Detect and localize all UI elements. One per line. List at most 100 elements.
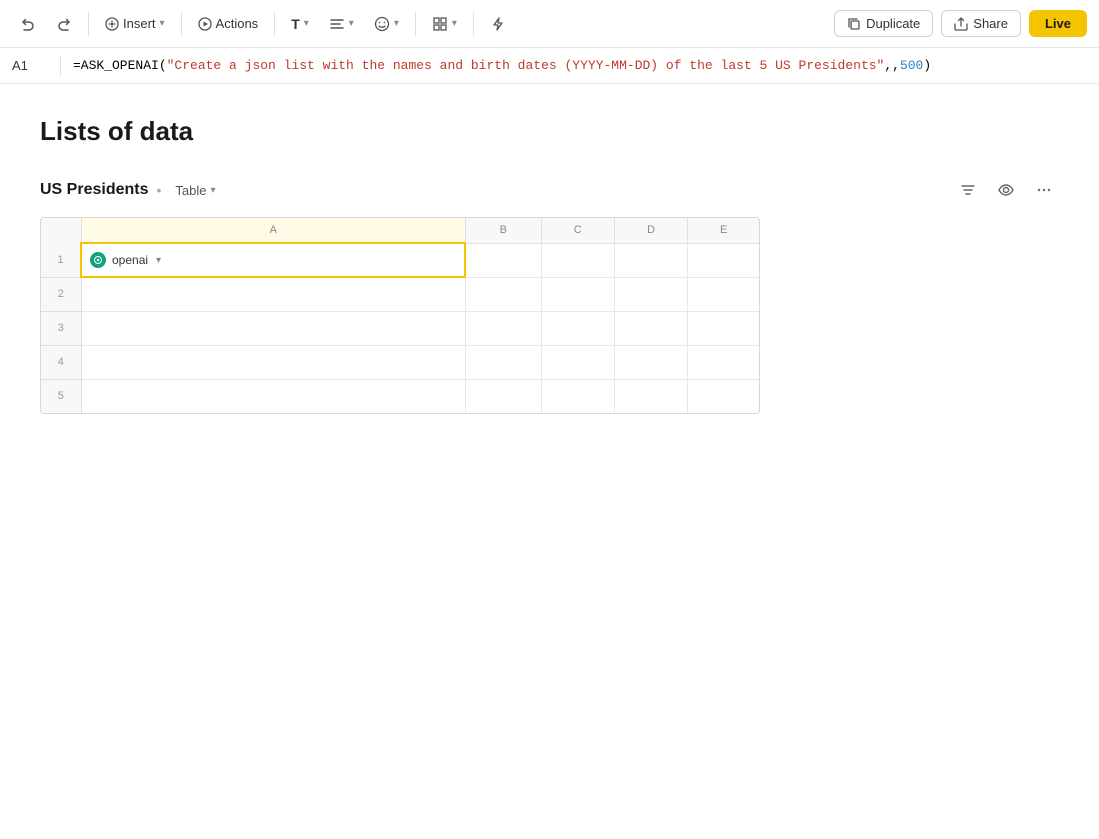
cell-a4[interactable] <box>81 345 465 379</box>
col-header-d[interactable]: D <box>614 218 687 243</box>
insert-chevron-icon: ▾ <box>160 18 165 29</box>
cell-b5[interactable] <box>465 379 541 413</box>
cell-e4[interactable] <box>688 345 759 379</box>
cell-d5[interactable] <box>614 379 687 413</box>
flash-button[interactable] <box>482 11 514 37</box>
actions-label: Actions <box>216 16 259 31</box>
divider-3 <box>274 12 275 36</box>
share-button[interactable]: Share <box>941 10 1021 37</box>
cell-d2[interactable] <box>614 277 687 311</box>
text-format-button[interactable]: T ▾ <box>283 11 317 37</box>
cell-a1[interactable]: openai ▾ <box>81 243 465 277</box>
more-button[interactable] <box>1029 175 1059 205</box>
page-title: Lists of data <box>40 116 1059 147</box>
duplicate-icon <box>847 17 861 31</box>
row-num-5: 5 <box>41 379 81 413</box>
redo-icon <box>56 16 72 32</box>
cell-a3[interactable] <box>81 311 465 345</box>
share-label: Share <box>973 16 1008 31</box>
undo-icon <box>20 16 36 32</box>
cell-e5[interactable] <box>688 379 759 413</box>
insert-label: Insert <box>123 16 156 31</box>
formula-fn: =ASK_OPENAI( <box>73 58 167 73</box>
filter-button[interactable] <box>953 175 983 205</box>
table-section-left: US Presidents • Table ▾ <box>40 180 222 201</box>
cell-b3[interactable] <box>465 311 541 345</box>
divider-1 <box>88 12 89 36</box>
align-icon <box>329 16 345 32</box>
table-row: 4 <box>41 345 759 379</box>
cell-b2[interactable] <box>465 277 541 311</box>
cell-reference: A1 <box>12 58 48 73</box>
formula-bar: A1 =ASK_OPENAI("Create a json list with … <box>0 48 1099 84</box>
align-button[interactable]: ▾ <box>321 11 362 37</box>
table-section-title: US Presidents <box>40 181 148 199</box>
emoji-chevron-icon: ▾ <box>394 18 399 29</box>
emoji-icon <box>374 16 390 32</box>
flash-icon <box>490 16 506 32</box>
row-num-3: 3 <box>41 311 81 345</box>
cell-d4[interactable] <box>614 345 687 379</box>
table-section-dot: • <box>156 182 161 198</box>
cell-e3[interactable] <box>688 311 759 345</box>
cell-c1[interactable] <box>541 243 614 277</box>
cell-b1[interactable] <box>465 243 541 277</box>
col-header-b[interactable]: B <box>465 218 541 243</box>
insert-button[interactable]: Insert ▾ <box>97 11 173 36</box>
table-view-chevron-icon: ▾ <box>210 185 215 196</box>
eye-button[interactable] <box>991 175 1021 205</box>
cell-c5[interactable] <box>541 379 614 413</box>
share-icon <box>954 17 968 31</box>
redo-button[interactable] <box>48 11 80 37</box>
cell-a2[interactable] <box>81 277 465 311</box>
text-chevron-icon: ▾ <box>304 18 309 29</box>
cell-a1-content: openai ▾ <box>90 252 456 268</box>
cell-a1-label: openai <box>112 253 148 267</box>
formula-divider <box>60 56 61 76</box>
column-header-row: A B C D E <box>41 218 759 243</box>
formula-content[interactable]: =ASK_OPENAI("Create a json list with the… <box>73 58 931 73</box>
duplicate-button[interactable]: Duplicate <box>834 10 933 37</box>
undo-button[interactable] <box>12 11 44 37</box>
toolbar: Insert ▾ Actions T ▾ ▾ ▾ <box>0 0 1099 48</box>
grid-icon <box>432 16 448 32</box>
openai-icon <box>90 252 106 268</box>
col-header-e[interactable]: E <box>688 218 759 243</box>
cell-dropdown-icon[interactable]: ▾ <box>156 255 161 266</box>
emoji-button[interactable]: ▾ <box>366 11 407 37</box>
cell-c3[interactable] <box>541 311 614 345</box>
live-label: Live <box>1045 16 1071 31</box>
grid-button[interactable]: ▾ <box>424 11 465 37</box>
text-format-icon: T <box>291 16 300 32</box>
cell-b4[interactable] <box>465 345 541 379</box>
actions-button[interactable]: Actions <box>190 11 267 36</box>
formula-string: "Create a json list with the names and b… <box>167 58 885 73</box>
formula-num: 500 <box>900 58 923 73</box>
col-header-c[interactable]: C <box>541 218 614 243</box>
row-num-1: 1 <box>41 243 81 277</box>
spreadsheet: A B C D E 1 <box>40 217 760 414</box>
openai-logo <box>93 255 103 265</box>
live-button[interactable]: Live <box>1029 10 1087 37</box>
col-header-a[interactable]: A <box>81 218 465 243</box>
table-section-right <box>953 175 1059 205</box>
cell-d3[interactable] <box>614 311 687 345</box>
table-row: 1 openai ▾ <box>41 243 759 277</box>
eye-icon <box>998 182 1014 198</box>
cell-e1[interactable] <box>688 243 759 277</box>
cell-a5[interactable] <box>81 379 465 413</box>
cell-c4[interactable] <box>541 345 614 379</box>
table-row: 2 <box>41 277 759 311</box>
grid-chevron-icon: ▾ <box>452 18 457 29</box>
toolbar-right: Duplicate Share Live <box>834 10 1087 37</box>
cell-d1[interactable] <box>614 243 687 277</box>
table-section-header: US Presidents • Table ▾ <box>40 175 1059 205</box>
align-chevron-icon: ▾ <box>349 18 354 29</box>
cell-e2[interactable] <box>688 277 759 311</box>
main-content: Lists of data US Presidents • Table ▾ <box>0 84 1099 446</box>
spreadsheet-table: A B C D E 1 <box>41 218 759 413</box>
table-view-button[interactable]: Table ▾ <box>169 180 221 201</box>
play-circle-icon <box>198 17 212 31</box>
duplicate-label: Duplicate <box>866 16 920 31</box>
cell-c2[interactable] <box>541 277 614 311</box>
